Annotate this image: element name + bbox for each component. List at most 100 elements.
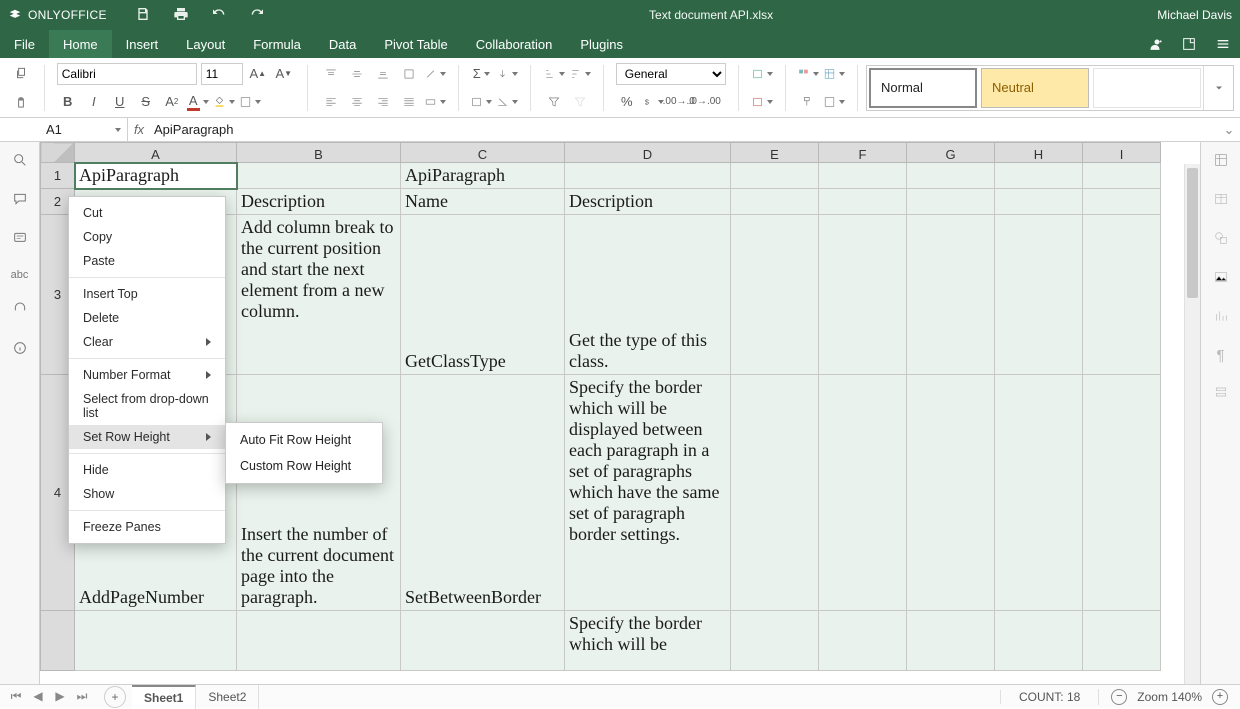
sheet-first-icon[interactable]: ⏮ bbox=[8, 689, 24, 704]
filter-icon[interactable] bbox=[543, 91, 565, 113]
cell[interactable] bbox=[731, 163, 819, 189]
col-header[interactable]: B bbox=[237, 143, 401, 163]
about-icon[interactable] bbox=[12, 340, 28, 359]
select-all-corner[interactable] bbox=[41, 143, 75, 163]
ctx-select-ddl[interactable]: Select from drop-down list bbox=[69, 387, 225, 425]
feedback-icon[interactable] bbox=[12, 301, 28, 320]
sum-icon[interactable]: Σ bbox=[470, 63, 492, 85]
menu-formula[interactable]: Formula bbox=[239, 30, 315, 58]
open-location-icon[interactable] bbox=[1172, 30, 1206, 58]
align-left-icon[interactable] bbox=[320, 91, 342, 113]
copy-icon[interactable] bbox=[10, 62, 32, 84]
cell[interactable] bbox=[907, 375, 995, 611]
menu-file[interactable]: File bbox=[0, 30, 49, 58]
save-icon[interactable] bbox=[135, 6, 151, 25]
underline-icon[interactable]: U bbox=[109, 91, 131, 113]
cell-styles[interactable]: Normal Neutral bbox=[866, 65, 1234, 111]
name-box[interactable]: A1 bbox=[40, 118, 128, 141]
cell-settings-icon[interactable] bbox=[1213, 152, 1229, 171]
ctx-copy[interactable]: Copy bbox=[69, 225, 225, 249]
col-header[interactable]: I bbox=[1083, 143, 1161, 163]
orient-icon[interactable] bbox=[424, 63, 446, 85]
spellcheck-icon[interactable]: abc bbox=[11, 269, 29, 281]
textart-settings-icon[interactable] bbox=[1213, 384, 1229, 403]
cell[interactable]: Description bbox=[237, 189, 401, 215]
wrap-icon[interactable] bbox=[398, 63, 420, 85]
cell[interactable]: ApiParagraph bbox=[401, 163, 565, 189]
font-dec-icon[interactable]: A▼ bbox=[273, 63, 295, 85]
style-more-icon[interactable] bbox=[1203, 66, 1233, 110]
cell[interactable] bbox=[1083, 375, 1161, 611]
image-settings-icon[interactable] bbox=[1213, 269, 1229, 288]
fx-icon[interactable]: fx bbox=[128, 122, 150, 137]
sort-desc-icon[interactable] bbox=[569, 63, 591, 85]
ctx-clear[interactable]: Clear bbox=[69, 330, 225, 354]
col-header[interactable]: A bbox=[75, 143, 237, 163]
clear-icon[interactable] bbox=[496, 91, 518, 113]
fill-color-icon[interactable] bbox=[213, 91, 235, 113]
ctx-freeze[interactable]: Freeze Panes bbox=[69, 515, 225, 539]
ctx-show[interactable]: Show bbox=[69, 482, 225, 506]
row-header[interactable] bbox=[41, 611, 75, 671]
ctx-delete[interactable]: Delete bbox=[69, 306, 225, 330]
cell[interactable] bbox=[237, 163, 401, 189]
cell[interactable]: ApiParagraph bbox=[75, 163, 237, 189]
ctx-custom-row[interactable]: Custom Row Height bbox=[226, 453, 382, 479]
align-right-icon[interactable] bbox=[372, 91, 394, 113]
cell[interactable]: Add column break to the current position… bbox=[237, 215, 401, 375]
ctx-hide[interactable]: Hide bbox=[69, 458, 225, 482]
cell[interactable] bbox=[565, 163, 731, 189]
sheet-tab[interactable]: Sheet1 bbox=[132, 685, 196, 709]
cell[interactable]: GetClassType bbox=[401, 215, 565, 375]
format-painter-icon[interactable] bbox=[797, 91, 819, 113]
cell[interactable] bbox=[1083, 215, 1161, 375]
sheet-tab[interactable]: Sheet2 bbox=[196, 685, 259, 709]
ctx-number-format[interactable]: Number Format bbox=[69, 363, 225, 387]
merge-icon[interactable] bbox=[424, 91, 446, 113]
paste-icon[interactable] bbox=[10, 92, 32, 114]
style-neutral[interactable]: Neutral bbox=[981, 68, 1089, 108]
cell[interactable] bbox=[401, 611, 565, 671]
delete-cells-icon[interactable] bbox=[751, 91, 773, 113]
cell[interactable] bbox=[819, 611, 907, 671]
cell[interactable] bbox=[995, 163, 1083, 189]
dec-dec-icon[interactable]: .00→.0 bbox=[668, 91, 690, 113]
cell[interactable] bbox=[819, 189, 907, 215]
font-size-input[interactable] bbox=[201, 63, 243, 85]
col-header[interactable]: E bbox=[731, 143, 819, 163]
align-bot-icon[interactable] bbox=[372, 63, 394, 85]
redo-icon[interactable] bbox=[249, 6, 265, 25]
chevron-down-icon[interactable] bbox=[115, 128, 121, 132]
ctx-cut[interactable]: Cut bbox=[69, 201, 225, 225]
expand-formula-icon[interactable]: ⌄ bbox=[1218, 122, 1240, 138]
menu-plugins[interactable]: Plugins bbox=[566, 30, 637, 58]
table-template-icon[interactable] bbox=[823, 91, 845, 113]
table-style-icon[interactable] bbox=[823, 63, 845, 85]
menu-collab[interactable]: Collaboration bbox=[462, 30, 567, 58]
cell[interactable] bbox=[75, 611, 237, 671]
menu-pivot[interactable]: Pivot Table bbox=[370, 30, 461, 58]
user-name[interactable]: Michael Davis bbox=[1157, 8, 1232, 22]
bold-icon[interactable]: B bbox=[57, 91, 79, 113]
percent-icon[interactable]: % bbox=[616, 91, 638, 113]
borders-icon[interactable] bbox=[239, 91, 261, 113]
named-range-icon[interactable] bbox=[470, 91, 492, 113]
font-name-input[interactable] bbox=[57, 63, 197, 85]
font-color-icon[interactable]: A bbox=[187, 91, 209, 113]
italic-icon[interactable]: I bbox=[83, 91, 105, 113]
sub-super-icon[interactable]: A2 bbox=[161, 91, 183, 113]
align-top-icon[interactable] bbox=[320, 63, 342, 85]
cell[interactable] bbox=[819, 163, 907, 189]
row-header[interactable]: 1 bbox=[41, 163, 75, 189]
menu-home[interactable]: Home bbox=[49, 30, 112, 58]
number-format-select[interactable]: General bbox=[616, 63, 726, 85]
cell[interactable]: Get the type of this class. bbox=[565, 215, 731, 375]
fill-down-icon[interactable] bbox=[496, 63, 518, 85]
font-inc-icon[interactable]: A▲ bbox=[247, 63, 269, 85]
insert-cells-icon[interactable] bbox=[751, 63, 773, 85]
cell[interactable]: Name bbox=[401, 189, 565, 215]
shape-settings-icon[interactable] bbox=[1213, 230, 1229, 249]
align-mid-icon[interactable] bbox=[346, 63, 368, 85]
cell[interactable]: Description bbox=[565, 189, 731, 215]
chat-icon[interactable] bbox=[12, 230, 28, 249]
